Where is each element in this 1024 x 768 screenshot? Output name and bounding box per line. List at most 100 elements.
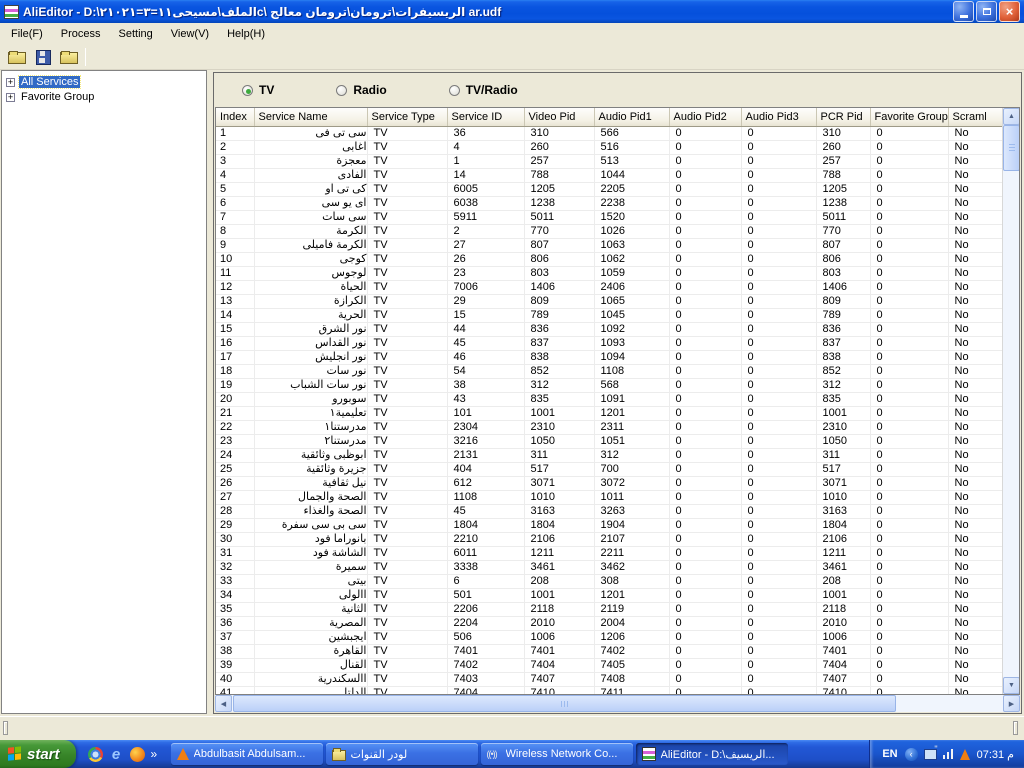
taskbar-task-3[interactable]: ((•))Wireless Network Co... — [481, 743, 633, 765]
restore-button[interactable] — [976, 1, 997, 22]
scroll-down-button[interactable]: ▼ — [1003, 677, 1020, 694]
sidebar-item-all-services[interactable]: +All Services — [4, 75, 204, 89]
vlc-tray-icon[interactable] — [960, 749, 970, 760]
expand-plus-icon[interactable]: + — [6, 93, 15, 102]
table-row[interactable]: 25جزيرة وثائقيةTV404517700005170No — [216, 462, 1002, 476]
table-row[interactable]: 24ابوظبى وثائقيةTV2131311312003110No — [216, 448, 1002, 462]
table-row[interactable]: 5كى تى اوTV6005120522050012050No — [216, 182, 1002, 196]
taskbar-task-1[interactable]: Abdulbasit Abdulsam... — [171, 743, 323, 765]
table-row[interactable]: 33بيتىTV6208308002080No — [216, 574, 1002, 588]
column-header-audio-pid2[interactable]: Audio Pid2 — [669, 108, 741, 126]
horizontal-scroll-thumb[interactable] — [233, 695, 896, 712]
column-header-service-id[interactable]: Service ID — [447, 108, 524, 126]
sidebar-item-favorite-group[interactable]: +Favorite Group — [4, 90, 204, 104]
table-row[interactable]: 37ايجبشينTV506100612060010060No — [216, 630, 1002, 644]
column-header-index[interactable]: Index — [216, 108, 254, 126]
table-row[interactable]: 11لوجوسTV238031059008030No — [216, 266, 1002, 280]
table-row[interactable]: 13الكرازةTV298091065008090No — [216, 294, 1002, 308]
ie-icon[interactable]: e — [109, 747, 124, 762]
table-row[interactable]: 7سى ساتTV5911501115200050110No — [216, 210, 1002, 224]
column-header-service-name[interactable]: Service Name — [254, 108, 367, 126]
start-button[interactable]: start — [0, 740, 76, 768]
column-header-audio-pid3[interactable]: Audio Pid3 — [741, 108, 816, 126]
signal-icon[interactable] — [943, 749, 954, 759]
table-row[interactable]: 40االسكندريةTV7403740774080074070No — [216, 672, 1002, 686]
table-row[interactable]: 34االولىTV501100112010010010No — [216, 588, 1002, 602]
cell-index: 19 — [216, 378, 254, 392]
table-row[interactable]: 15نور الشرقTV448361092008360No — [216, 322, 1002, 336]
overflow-chevron-icon[interactable]: » — [151, 747, 161, 762]
column-header-audio-pid1[interactable]: Audio Pid1 — [594, 108, 669, 126]
scroll-left-button[interactable]: ◀ — [215, 695, 232, 712]
table-row[interactable]: 14الحريةTV157891045007890No — [216, 308, 1002, 322]
cell-audio-pid1: 513 — [594, 154, 669, 168]
table-row[interactable]: 23مدرستنا٢TV3216105010510010500No — [216, 434, 1002, 448]
scroll-up-button[interactable]: ▲ — [1003, 108, 1020, 125]
firefox-icon[interactable] — [130, 747, 145, 762]
vertical-scrollbar[interactable]: ▲ ▼ — [1002, 108, 1019, 694]
close-button[interactable]: × — [999, 1, 1020, 22]
table-row[interactable]: 4الفادىTV147881044007880No — [216, 168, 1002, 182]
table-row[interactable]: 28الصحة والغذاءTV45316332630031630No — [216, 504, 1002, 518]
table-row[interactable]: 16نور القداسTV458371093008370No — [216, 336, 1002, 350]
table-row[interactable]: 18نور ساتTV548521108008520No — [216, 364, 1002, 378]
radio-radio[interactable]: Radio — [336, 83, 386, 97]
horizontal-scrollbar[interactable]: ◀ ▶ — [215, 695, 1020, 712]
table-row[interactable]: 10كوجىTV268061062008060No — [216, 252, 1002, 266]
menu-item-file-f[interactable]: File(F) — [2, 25, 52, 43]
table-row[interactable]: 1سى تى فىTV36310566003100No — [216, 126, 1002, 140]
radio-tv-radio[interactable]: TV/Radio — [449, 83, 518, 97]
column-header-scraml[interactable]: Scraml — [948, 108, 1002, 126]
cell-index: 7 — [216, 210, 254, 224]
language-indicator[interactable]: EN — [882, 748, 897, 760]
table-row[interactable]: 2اغابىTV4260516002600No — [216, 140, 1002, 154]
table-row[interactable]: 9الكرمة فاميلىTV278071063008070No — [216, 238, 1002, 252]
column-header-service-type[interactable]: Service Type — [367, 108, 447, 126]
menu-item-setting[interactable]: Setting — [110, 25, 162, 43]
vertical-scroll-thumb[interactable] — [1003, 125, 1020, 171]
table-row[interactable]: 12الحياةTV7006140624060014060No — [216, 280, 1002, 294]
column-header-video-pid[interactable]: Video Pid — [524, 108, 594, 126]
table-row[interactable]: 17نور انجليشTV468381094008380No — [216, 350, 1002, 364]
open-file-button[interactable] — [4, 46, 29, 68]
save-file-button[interactable] — [30, 46, 55, 68]
hide-icons-icon[interactable] — [905, 748, 918, 761]
table-row[interactable]: 22مدرستنا١TV2304231023110023100No — [216, 420, 1002, 434]
table-row[interactable]: 3معجزةTV1257513002570No — [216, 154, 1002, 168]
table-row[interactable]: 38القاهرةTV7401740174020074010No — [216, 644, 1002, 658]
column-header-pcr-pid[interactable]: PCR Pid — [816, 108, 870, 126]
horizontal-scroll-track[interactable] — [232, 695, 1003, 712]
expand-plus-icon[interactable]: + — [6, 78, 15, 87]
table-row[interactable]: 35الثانيةTV2206211821190021180No — [216, 602, 1002, 616]
table-row[interactable]: 20سوبوروTV438351091008350No — [216, 392, 1002, 406]
table-row[interactable]: 29سى بى سى سفرةTV1804180419040018040No — [216, 518, 1002, 532]
table-row[interactable]: 39القنالTV7402740474050074040No — [216, 658, 1002, 672]
minimize-button[interactable] — [953, 1, 974, 22]
table-row[interactable]: 6اى يو سىTV6038123822380012380No — [216, 196, 1002, 210]
taskbar-task-4[interactable]: AliEditor - D:\الريسيف... — [636, 743, 788, 765]
table-row[interactable]: 36المصريةTV2204201020040020100No — [216, 616, 1002, 630]
menu-item-process[interactable]: Process — [52, 25, 110, 43]
menu-item-view-v[interactable]: View(V) — [162, 25, 218, 43]
vertical-scroll-track[interactable] — [1003, 125, 1019, 677]
table-row[interactable]: 8الكرمةTV27701026007700No — [216, 224, 1002, 238]
table-row[interactable]: 27الصحة والجمالTV1108101010110010100No — [216, 490, 1002, 504]
table-row[interactable]: 41الدلتاTV7404741074110074100No — [216, 686, 1002, 694]
app-icon[interactable] — [4, 5, 19, 19]
column-header-favorite-group[interactable]: Favorite Group — [870, 108, 948, 126]
open-folder-button[interactable] — [56, 46, 81, 68]
table-row[interactable]: 31الشاشة فودTV6011121122110012110No — [216, 546, 1002, 560]
cell-favorite-group: 0 — [870, 308, 948, 322]
radio-tv[interactable]: TV — [242, 83, 274, 97]
chrome-icon[interactable] — [88, 747, 103, 762]
table-row[interactable]: 30بانوراما فودTV2210210621070021060No — [216, 532, 1002, 546]
table-row[interactable]: 21تعليمية١TV101100112010010010No — [216, 406, 1002, 420]
table-row[interactable]: 26نيل ثقافيةTV612307130720030710No — [216, 476, 1002, 490]
menu-item-help-h[interactable]: Help(H) — [218, 25, 274, 43]
cell-favorite-group: 0 — [870, 378, 948, 392]
table-row[interactable]: 19نور سات الشبابTV38312568003120No — [216, 378, 1002, 392]
network-status-icon[interactable] — [924, 749, 937, 760]
taskbar-task-2[interactable]: لودر القنوات — [326, 743, 478, 765]
table-row[interactable]: 32سميرةTV3338346134620034610No — [216, 560, 1002, 574]
scroll-right-button[interactable]: ▶ — [1003, 695, 1020, 712]
